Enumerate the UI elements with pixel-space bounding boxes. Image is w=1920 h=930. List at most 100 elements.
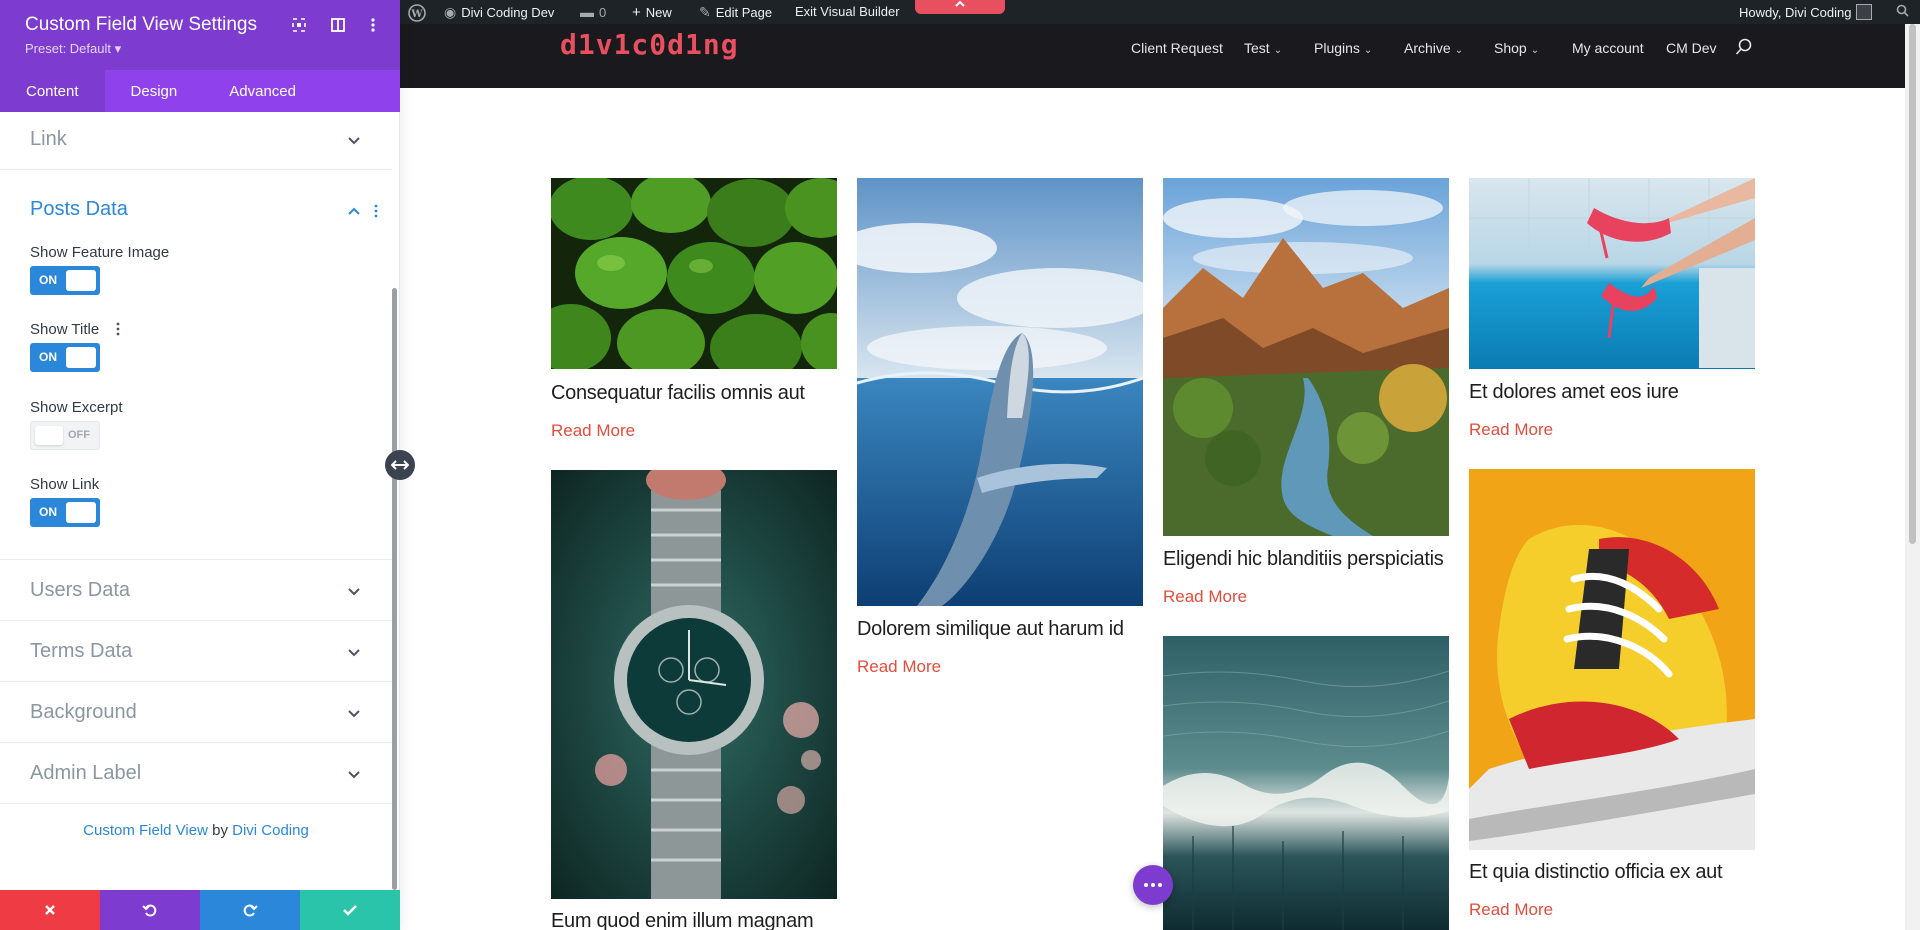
new-content-link[interactable]: + New bbox=[632, 4, 672, 21]
nav-item-cm-dev[interactable]: CM Dev bbox=[1666, 40, 1717, 56]
undo-button[interactable] bbox=[100, 890, 200, 930]
edit-label: Edit Page bbox=[715, 5, 773, 20]
page-scrollbar-thumb[interactable] bbox=[1909, 24, 1916, 544]
section-users-data[interactable]: Users Data bbox=[0, 560, 392, 621]
show-feature-image-toggle[interactable]: ON bbox=[30, 266, 100, 295]
chevron-down-icon[interactable] bbox=[345, 705, 363, 723]
section-options-icon[interactable] bbox=[374, 204, 378, 218]
read-more-link[interactable]: Read More bbox=[1469, 420, 1553, 440]
new-label: New bbox=[645, 5, 672, 20]
tab-content[interactable]: Content bbox=[0, 70, 105, 112]
columns-icon[interactable] bbox=[327, 14, 349, 36]
chevron-down-icon: ⌄ bbox=[1273, 45, 1283, 56]
chevron-up-icon[interactable] bbox=[345, 202, 363, 220]
section-admin-label[interactable]: Admin Label bbox=[0, 743, 392, 804]
nav-item-shop[interactable]: Shop ⌄ bbox=[1494, 40, 1539, 56]
tab-design[interactable]: Design bbox=[105, 70, 204, 112]
post-title[interactable]: Et dolores amet eos iure bbox=[1469, 381, 1679, 404]
panel-scrollbar[interactable] bbox=[392, 288, 397, 890]
page-content: Consequatur facilis omnis aut Read More … bbox=[400, 88, 1905, 930]
nav-label: CM Dev bbox=[1666, 40, 1717, 56]
chevron-down-icon[interactable] bbox=[345, 644, 363, 662]
save-button[interactable] bbox=[300, 890, 400, 930]
more-icon[interactable] bbox=[362, 14, 384, 36]
module-credit: Custom Field View by Divi Coding bbox=[0, 822, 392, 839]
builder-collapse-tab[interactable] bbox=[915, 0, 1005, 14]
panel-footer bbox=[0, 890, 400, 930]
redo-button[interactable] bbox=[200, 890, 300, 930]
panel-body: Link Posts Data Show Feature Image ON Sh… bbox=[0, 112, 392, 890]
close-icon bbox=[45, 905, 55, 915]
expand-icon[interactable] bbox=[288, 14, 310, 36]
wordpress-logo-icon[interactable]: W bbox=[408, 4, 426, 22]
chevron-down-icon: ⌄ bbox=[1530, 45, 1540, 56]
toggle-state: ON bbox=[39, 350, 57, 364]
howdy-label: Howdy, Divi Coding bbox=[1739, 4, 1852, 20]
comments-link[interactable]: ▬ 0 bbox=[580, 4, 606, 20]
nav-label: Plugins bbox=[1314, 40, 1360, 56]
post-image-watch[interactable] bbox=[551, 470, 837, 899]
section-background[interactable]: Background bbox=[0, 682, 392, 743]
preset-dropdown[interactable]: Preset: Default ▾ bbox=[25, 41, 121, 57]
read-more-link[interactable]: Read More bbox=[551, 421, 635, 441]
page-scrollbar[interactable] bbox=[1905, 24, 1920, 930]
search-icon[interactable] bbox=[1735, 38, 1755, 58]
section-link[interactable]: Link bbox=[0, 112, 392, 170]
post-image-waves[interactable] bbox=[1163, 636, 1449, 930]
edit-page-link[interactable]: ✎ Edit Page bbox=[699, 4, 772, 21]
site-name-link[interactable]: ◉ Divi Coding Dev bbox=[444, 4, 554, 21]
post-image-peppers[interactable] bbox=[551, 178, 837, 369]
post-title[interactable]: Et quia distinctio officia ex aut bbox=[1469, 861, 1723, 884]
redo-icon bbox=[243, 904, 258, 917]
chevron-down-icon[interactable] bbox=[345, 132, 363, 150]
nav-item-plugins[interactable]: Plugins ⌄ bbox=[1314, 40, 1372, 56]
comment-count: 0 bbox=[599, 4, 607, 20]
panel-header: Custom Field View Settings Preset: Defau… bbox=[0, 0, 400, 70]
plus-icon: + bbox=[632, 4, 641, 21]
nav-item-archive[interactable]: Archive ⌄ bbox=[1404, 40, 1463, 56]
chevron-down-icon: ⌄ bbox=[1454, 45, 1464, 56]
section-title: Link bbox=[30, 128, 67, 150]
product-link[interactable]: Custom Field View bbox=[83, 822, 208, 839]
nav-item-client-request[interactable]: Client Request bbox=[1131, 40, 1223, 56]
post-title[interactable]: Consequatur facilis omnis aut bbox=[551, 382, 805, 405]
search-icon[interactable] bbox=[1896, 4, 1909, 17]
site-logo[interactable]: d1v1c0d1ng bbox=[560, 28, 739, 61]
nav-item-my-account[interactable]: My account bbox=[1572, 40, 1644, 56]
comment-icon: ▬ bbox=[580, 4, 594, 20]
builder-options-button[interactable] bbox=[1133, 865, 1173, 905]
account-menu[interactable]: Howdy, Divi Coding bbox=[1739, 4, 1873, 20]
show-link-toggle[interactable]: ON bbox=[30, 498, 100, 527]
panel-title: Custom Field View Settings bbox=[25, 14, 257, 35]
post-title[interactable]: Eum quod enim illum magnam bbox=[551, 910, 814, 930]
chevron-down-icon: ⌄ bbox=[1363, 45, 1373, 56]
section-title: Background bbox=[30, 701, 137, 723]
author-link[interactable]: Divi Coding bbox=[232, 822, 309, 839]
post-image-whale[interactable] bbox=[857, 178, 1143, 606]
chevron-down-icon[interactable] bbox=[345, 766, 363, 784]
panel-resize-handle[interactable] bbox=[385, 450, 415, 480]
read-more-link[interactable]: Read More bbox=[1163, 587, 1247, 607]
post-title[interactable]: Eligendi hic blanditiis perspiciatis bbox=[1163, 548, 1444, 571]
field-options-icon[interactable] bbox=[116, 322, 120, 336]
chevron-down-icon[interactable] bbox=[345, 583, 363, 601]
section-title[interactable]: Posts Data bbox=[30, 198, 128, 221]
post-image-canyon[interactable] bbox=[1163, 178, 1449, 536]
show-title-toggle[interactable]: ON bbox=[30, 343, 100, 372]
post-title[interactable]: Dolorem similique aut harum id bbox=[857, 618, 1124, 641]
section-title: Terms Data bbox=[30, 640, 133, 662]
section-terms-data[interactable]: Terms Data bbox=[0, 621, 392, 682]
post-image-heels[interactable] bbox=[1469, 178, 1755, 369]
svg-text:W: W bbox=[410, 9, 423, 20]
show-excerpt-toggle[interactable]: OFF bbox=[30, 421, 100, 450]
cancel-button[interactable] bbox=[0, 890, 100, 930]
avatar bbox=[1856, 4, 1873, 20]
section-posts-data: Posts Data Show Feature Image ON Show Ti… bbox=[0, 170, 392, 560]
toggle-state: OFF bbox=[68, 429, 90, 441]
tab-advanced[interactable]: Advanced bbox=[203, 70, 322, 112]
read-more-link[interactable]: Read More bbox=[1469, 900, 1553, 920]
read-more-link[interactable]: Read More bbox=[857, 657, 941, 677]
exit-visual-builder-link[interactable]: Exit Visual Builder bbox=[795, 4, 900, 19]
post-image-sneakers[interactable] bbox=[1469, 469, 1755, 850]
nav-item-test[interactable]: Test ⌄ bbox=[1244, 40, 1282, 56]
